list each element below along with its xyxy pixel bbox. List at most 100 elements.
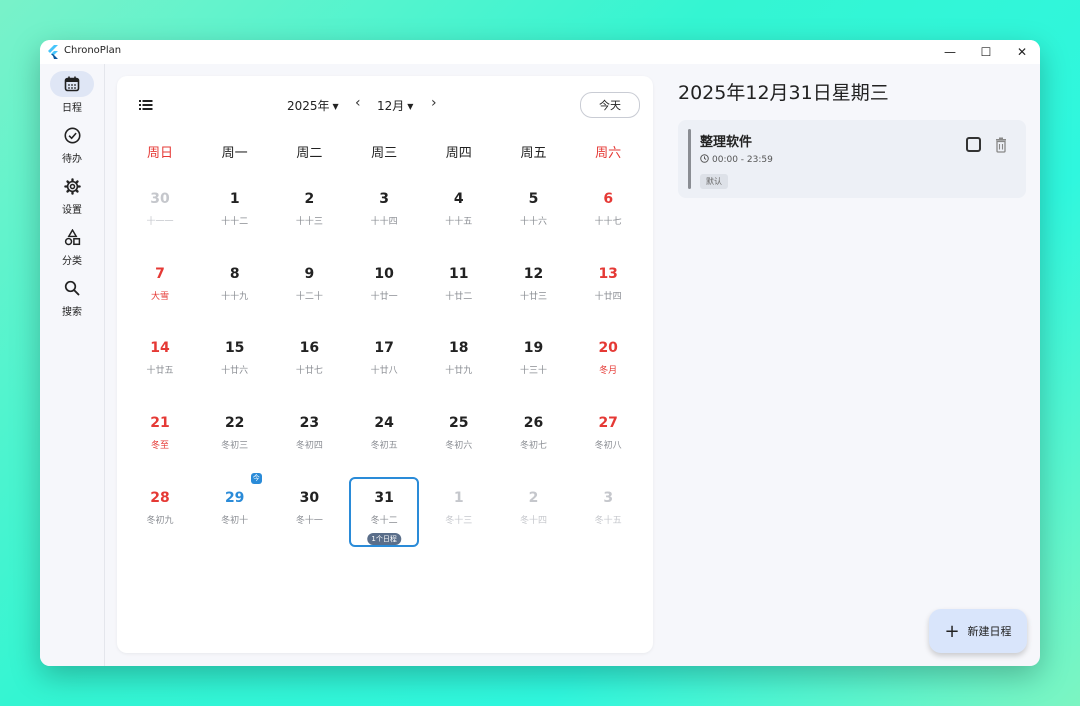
day-cell[interactable]: 22 冬初三 [200,402,270,472]
day-cell[interactable]: 2 冬十四 [499,477,569,547]
day-cell[interactable]: 1 十十二 [200,178,270,248]
day-cell[interactable]: 15 十廿六 [200,327,270,397]
day-number: 13 [598,265,618,282]
month-dropdown[interactable]: 12月 ▼ [377,97,413,114]
day-cell[interactable]: 2 十十三 [274,178,344,248]
day-cell[interactable]: 5 十十六 [499,178,569,248]
plus-icon: + [944,620,960,642]
clock-icon [700,154,709,163]
prev-month-button[interactable]: ‹ [355,95,361,111]
day-cell[interactable]: 17 十廿八 [349,327,419,397]
maximize-button[interactable]: ☐ [968,40,1004,64]
trash-icon[interactable] [994,137,1008,153]
day-number: 28 [150,489,170,506]
day-cell[interactable]: 30 冬十一 [274,477,344,547]
today-button[interactable]: 今天 [580,92,640,118]
event-time-text: 00:00 - 23:59 [712,155,773,165]
selected-date-title: 2025年12月31日星期三 [678,82,889,104]
day-number: 30 [299,489,320,506]
weekday-label: 周六 [595,146,622,161]
weekday-label: 周五 [520,146,547,161]
close-button[interactable]: ✕ [1004,40,1040,64]
lunar-date: 冬初六 [445,441,473,452]
lunar-date: 冬月 [599,366,618,377]
day-number: 3 [379,191,389,207]
lunar-date: 十廿五 [146,366,174,377]
app-window: ChronoPlan — ☐ ✕ 日程 待办 设置 分类 搜索 2025年 ▼ … [40,40,1040,666]
day-number: 6 [603,191,614,207]
day-number: 18 [449,340,469,357]
lunar-date: 十三十 [519,366,547,377]
day-cell[interactable]: 20 冬月 [573,327,643,397]
day-number: 7 [155,265,165,282]
day-cell[interactable]: 3 冬十五 [573,477,643,547]
day-cell[interactable]: 27 冬初八 [573,402,643,472]
day-number: 24 [374,415,394,432]
lunar-date: 冬初九 [146,515,174,526]
sidebar-item-todo[interactable]: 待办 [40,122,104,172]
lunar-date: 十廿七 [295,366,323,377]
check-circle-icon [63,126,81,144]
day-number: 21 [150,415,170,432]
day-cell[interactable]: 28 冬初九 [125,477,195,547]
lunar-date: 十廿一 [370,291,398,302]
day-cell[interactable]: 3 十十四 [349,178,419,248]
caret-down-icon: ▼ [407,102,414,111]
complete-checkbox[interactable] [966,137,981,152]
day-cell[interactable]: 1 冬十三 [424,477,494,547]
sidebar: 日程 待办 设置 分类 搜索 [40,64,105,666]
gear-icon [63,177,81,195]
sidebar-item-search[interactable]: 搜索 [40,275,104,325]
day-cell[interactable]: 18 十廿九 [424,327,494,397]
calendar-icon [64,76,80,92]
day-number: 22 [224,415,245,432]
day-cell[interactable]: 12 十廿三 [499,253,569,323]
day-cell[interactable]: 31 冬十二 1个日程 [349,476,420,547]
sidebar-item-schedule[interactable]: 日程 [40,71,104,121]
sidebar-item-label: 搜索 [62,307,82,318]
sidebar-item-category[interactable]: 分类 [40,224,104,274]
search-icon [64,280,80,296]
day-number: 25 [449,415,469,432]
day-cell[interactable]: 7 大雪 [125,253,195,323]
day-cell[interactable]: 29 冬初十 今 [200,472,270,547]
lunar-date: 十廿八 [370,366,398,377]
day-cell[interactable]: 10 十廿一 [349,253,419,323]
event-title: 整理软件 [700,135,753,150]
year-dropdown[interactable]: 2025年 ▼ [287,97,339,114]
event-card[interactable]: 整理软件 00:00 - 23:59 默认 [678,120,1026,198]
lunar-date: 冬初八 [594,441,622,452]
day-cell[interactable]: 19 十三十 [499,327,569,397]
list-view-icon[interactable] [137,96,155,114]
day-cell[interactable]: 16 十廿七 [274,327,344,397]
event-category-tag: 默认 [700,174,728,189]
lunar-date: 十十三 [295,217,323,227]
day-cell[interactable]: 6 十十七 [573,178,643,248]
minimize-button[interactable]: — [932,40,968,64]
day-cell[interactable]: 23 冬初四 [274,402,344,472]
day-cell[interactable]: 25 冬初六 [424,402,494,472]
sidebar-item-settings[interactable]: 设置 [40,173,104,223]
day-number: 1 [453,489,464,506]
day-cell[interactable]: 24 冬初五 [349,402,419,472]
day-cell[interactable]: 8 十十九 [200,253,270,323]
lunar-date: 冬十四 [519,515,547,526]
new-schedule-button[interactable]: + 新建日程 [929,609,1027,653]
sidebar-item-label: 分类 [62,256,82,267]
weekday-label: 周二 [296,146,323,161]
day-cell[interactable]: 30 十一一 [125,178,195,248]
day-cell[interactable]: 9 十二十 [274,253,344,323]
day-number: 11 [449,265,469,282]
lunar-date: 冬十五 [594,515,622,526]
caret-down-icon: ▼ [332,102,339,111]
day-cell[interactable]: 11 十廿二 [424,253,494,323]
day-cell[interactable]: 4 十十五 [424,178,494,248]
day-cell[interactable]: 14 十廿五 [125,327,195,397]
lunar-date: 十一一 [146,217,174,227]
day-cell[interactable]: 21 冬至 [125,402,195,472]
lunar-date: 十廿四 [594,291,622,302]
day-cell[interactable]: 26 冬初七 [499,402,569,472]
next-month-button[interactable]: › [431,95,437,111]
day-cell[interactable]: 13 十廿四 [573,253,643,323]
lunar-date: 十二十 [295,291,323,302]
